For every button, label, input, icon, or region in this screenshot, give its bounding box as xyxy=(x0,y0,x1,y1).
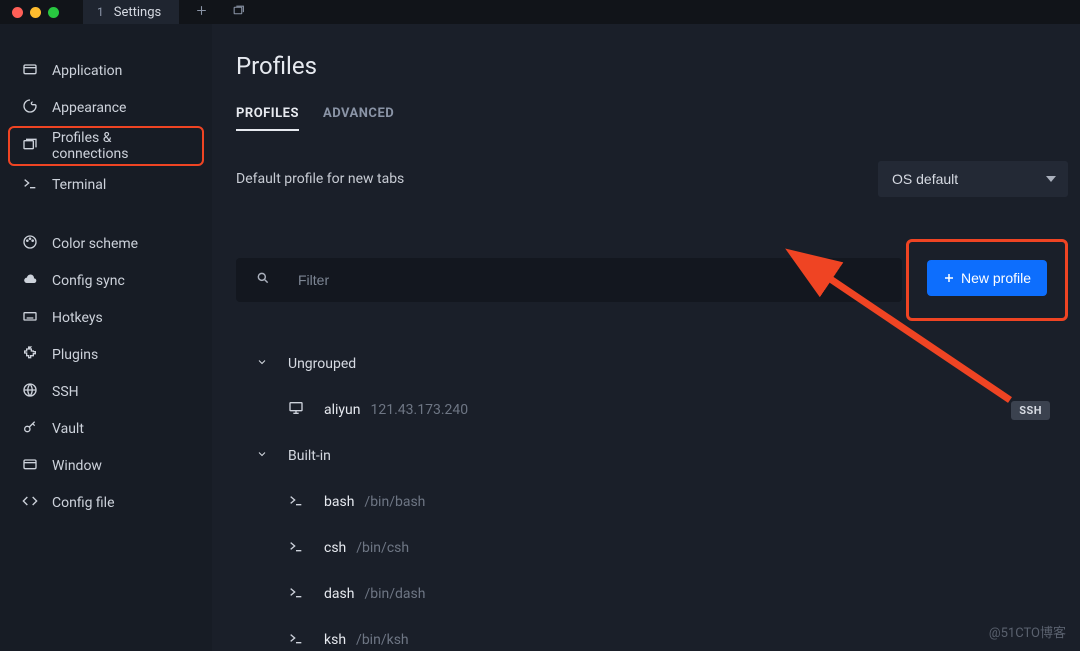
filter-input[interactable] xyxy=(298,272,882,288)
prompt-icon xyxy=(288,584,304,604)
sidebar-item-label: Vault xyxy=(52,421,84,437)
profile-name: csh xyxy=(324,540,346,556)
sidebar-item-label: Color scheme xyxy=(52,236,138,252)
profile-row[interactable]: aliyun 121.43.173.240 SSH xyxy=(236,387,1068,433)
sidebar-item-plugins[interactable]: Plugins xyxy=(0,336,212,373)
profile-badge: SSH xyxy=(1011,401,1050,420)
monitor-icon xyxy=(288,400,304,420)
profile-path: /bin/dash xyxy=(364,586,425,602)
tabbar: 1 Settings xyxy=(83,0,179,24)
tab-settings[interactable]: 1 Settings xyxy=(83,0,179,24)
keyboard-icon xyxy=(22,308,38,328)
code-icon xyxy=(22,493,38,513)
prompt-icon xyxy=(22,175,38,195)
prompt-icon xyxy=(288,630,304,650)
profile-row[interactable]: bash/bin/bash xyxy=(236,479,1068,525)
sidebar-item-label: Hotkeys xyxy=(52,310,103,326)
paint-icon xyxy=(22,98,38,118)
sidebar-item-configsync[interactable]: Config sync xyxy=(0,262,212,299)
tab-title: Settings xyxy=(114,5,161,20)
watermark: @51CTO博客 xyxy=(989,622,1066,641)
sidebar-item-label: Profiles & connections xyxy=(52,130,188,162)
sidebar-item-label: Terminal xyxy=(52,177,106,193)
new-profile-label: New profile xyxy=(961,270,1031,286)
window-controls xyxy=(0,7,59,18)
tabs-overview-button[interactable] xyxy=(232,4,245,21)
cloud-icon xyxy=(22,271,38,291)
profile-row[interactable]: ksh/bin/ksh xyxy=(236,617,1068,651)
sidebar-item-colorscheme[interactable]: Color scheme xyxy=(0,225,212,262)
sidebar-item-label: SSH xyxy=(52,384,79,400)
sidebar-item-configfile[interactable]: Config file xyxy=(0,484,212,521)
profile-group-header[interactable]: Ungrouped xyxy=(236,341,1068,387)
sidebar-item-label: Window xyxy=(52,458,102,474)
profile-name: ksh xyxy=(324,632,346,648)
titlebar: 1 Settings xyxy=(0,0,1080,24)
profile-row[interactable]: dash/bin/dash xyxy=(236,571,1068,617)
new-tab-button[interactable] xyxy=(195,4,208,21)
tab-profiles[interactable]: PROFILES xyxy=(236,106,299,131)
sidebar-item-label: Appearance xyxy=(52,100,126,116)
sidebar-item-label: Config file xyxy=(52,495,115,511)
maximize-window-button[interactable] xyxy=(48,7,59,18)
profile-path: /bin/csh xyxy=(356,540,409,556)
profile-name: bash xyxy=(324,494,354,510)
sidebar-item-profiles[interactable]: Profiles & connections xyxy=(8,126,204,166)
profile-list: Ungrouped aliyun 121.43.173.240 SSH Built-in… xyxy=(236,341,1068,651)
palette-icon xyxy=(22,234,38,254)
minimize-window-button[interactable] xyxy=(30,7,41,18)
card-icon xyxy=(22,456,38,476)
profile-name: aliyun xyxy=(324,402,361,418)
sidebar-item-label: Config sync xyxy=(52,273,125,289)
profile-subtabs: PROFILES ADVANCED xyxy=(236,106,1068,131)
profile-group-name: Built-in xyxy=(288,448,331,464)
sidebar-item-label: Application xyxy=(52,63,122,79)
puzzle-icon xyxy=(22,345,38,365)
sidebar-item-window[interactable]: Window xyxy=(0,447,212,484)
sidebar-item-label: Plugins xyxy=(52,347,98,363)
card-icon xyxy=(22,61,38,81)
filter-box[interactable] xyxy=(236,258,902,302)
sidebar-item-hotkeys[interactable]: Hotkeys xyxy=(0,299,212,336)
sidebar-item-application[interactable]: Application xyxy=(0,52,212,89)
annotation-new-profile-highlight: New profile xyxy=(906,239,1068,321)
profile-group-header[interactable]: Built-in xyxy=(236,433,1068,479)
chevron-down-icon xyxy=(256,356,268,372)
globe-icon xyxy=(22,382,38,402)
search-icon xyxy=(256,271,270,289)
key-icon xyxy=(22,419,38,439)
settings-main: Profiles PROFILES ADVANCED Default profi… xyxy=(212,24,1080,651)
default-profile-label: Default profile for new tabs xyxy=(236,171,878,187)
settings-sidebar: Application Appearance Profiles & connecti… xyxy=(0,24,212,651)
new-profile-button[interactable]: New profile xyxy=(927,260,1047,296)
profile-path: /bin/bash xyxy=(364,494,425,510)
sidebar-item-vault[interactable]: Vault xyxy=(0,410,212,447)
profile-path: 121.43.173.240 xyxy=(371,402,469,418)
sidebar-item-appearance[interactable]: Appearance xyxy=(0,89,212,126)
tab-advanced[interactable]: ADVANCED xyxy=(323,106,394,131)
windows-icon xyxy=(22,136,38,156)
sidebar-item-ssh[interactable]: SSH xyxy=(0,373,212,410)
chevron-down-icon xyxy=(256,448,268,464)
default-profile-select[interactable]: OS default xyxy=(878,161,1068,197)
tab-index: 1 xyxy=(97,5,104,19)
profile-group-name: Ungrouped xyxy=(288,356,356,372)
profile-path: /bin/ksh xyxy=(356,632,409,648)
profile-row[interactable]: csh/bin/csh xyxy=(236,525,1068,571)
page-title: Profiles xyxy=(236,52,1068,80)
sidebar-item-terminal[interactable]: Terminal xyxy=(0,166,212,203)
prompt-icon xyxy=(288,538,304,558)
profile-name: dash xyxy=(324,586,354,602)
close-window-button[interactable] xyxy=(12,7,23,18)
prompt-icon xyxy=(288,492,304,512)
